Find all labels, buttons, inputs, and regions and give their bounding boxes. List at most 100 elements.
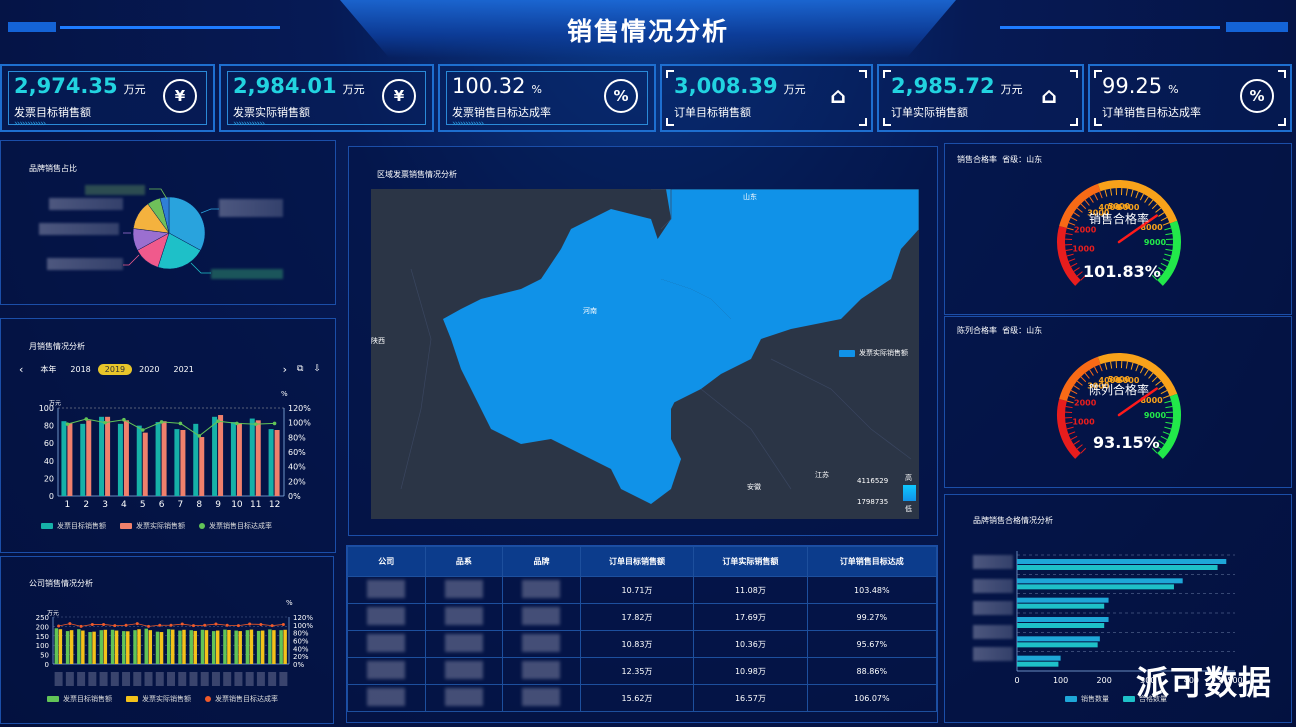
bar-target bbox=[133, 630, 137, 664]
x-tick-label: 7 bbox=[178, 500, 184, 510]
table-row[interactable]: 12.35万 10.98万 88.86% bbox=[347, 657, 938, 685]
company-legend: 发票目标销售额 发票实际销售额 发票销售目标达成率 bbox=[47, 694, 278, 704]
y2-tick-label: 20% bbox=[288, 477, 306, 486]
rate-point bbox=[122, 417, 126, 422]
gauge-tick bbox=[1165, 406, 1173, 409]
table-cell: 16.57万 bbox=[693, 684, 808, 712]
bar-target bbox=[245, 630, 250, 664]
gauge-tick-label: 2000 bbox=[1074, 226, 1097, 235]
bar-target bbox=[178, 630, 182, 664]
gauge-tick bbox=[1068, 431, 1076, 435]
x-label-blurred bbox=[54, 672, 63, 686]
table-row[interactable]: 17.82万 17.69万 99.27% bbox=[347, 603, 938, 631]
map-legend[interactable]: 发票实际销售额 bbox=[839, 348, 908, 358]
gauge-tick bbox=[1080, 203, 1087, 210]
gauge-tick bbox=[1066, 227, 1074, 231]
company-sales-panel: 公司销售情况分析 250 200 150 100 50 0 120% 100% 80% 60% 40… bbox=[0, 556, 334, 724]
bar-actual bbox=[215, 630, 220, 664]
y-unit-label: 万元 bbox=[49, 400, 61, 407]
bar-target bbox=[249, 418, 255, 496]
y-tick-label: 40 bbox=[44, 457, 54, 466]
rate-point bbox=[248, 622, 252, 626]
map-label-anhui: 安徽 bbox=[747, 482, 761, 491]
gauge-tick bbox=[1065, 406, 1073, 409]
gauge-tick bbox=[1066, 253, 1074, 257]
x-tick-label: 12 bbox=[269, 500, 280, 510]
rate-point bbox=[253, 422, 258, 426]
table-cell: 106.07% bbox=[806, 684, 938, 712]
table-cell-redacted bbox=[502, 657, 581, 685]
bar-actual bbox=[161, 421, 167, 496]
bar-target bbox=[110, 629, 115, 664]
table-cell-redacted bbox=[424, 684, 504, 712]
rate-point bbox=[57, 624, 61, 628]
y2-tick-label: 120% bbox=[293, 614, 313, 622]
table-row[interactable]: 10.71万 11.08万 103.48% bbox=[347, 576, 938, 604]
rate-point bbox=[103, 420, 107, 425]
y-tick-label: 200 bbox=[36, 623, 49, 631]
x-tick-label: 4 bbox=[121, 500, 127, 510]
gauge-tick bbox=[1160, 435, 1168, 440]
x-tick-label: 100 bbox=[1053, 676, 1068, 685]
y-tick-label: 0 bbox=[45, 661, 49, 669]
bar-sales bbox=[1017, 559, 1227, 564]
bar-actual bbox=[283, 629, 287, 664]
visual-map-bar[interactable] bbox=[903, 485, 916, 501]
bar-target bbox=[189, 630, 193, 664]
table-header: 订单目标销售额 bbox=[579, 546, 695, 577]
header-line-right bbox=[1000, 26, 1220, 29]
x-label-blurred bbox=[234, 672, 243, 686]
display-qualified-panel: 陈列合格率 省级：山东 1000 2000 3000 4000 5000 6000 8000… bbox=[944, 316, 1292, 488]
table-cell-redacted bbox=[347, 684, 426, 712]
x-tick-label: 2 bbox=[83, 500, 89, 510]
bar-actual bbox=[159, 632, 164, 664]
table-cell: 95.67% bbox=[806, 630, 938, 658]
header-bar-left bbox=[8, 22, 56, 32]
y2-tick-label: 120% bbox=[288, 404, 311, 413]
rate-point bbox=[191, 624, 195, 628]
bar-actual bbox=[86, 420, 92, 496]
gauge-tick bbox=[1165, 421, 1173, 424]
bar-target bbox=[174, 429, 180, 496]
gauge-tick-label: 2000 bbox=[1074, 399, 1097, 408]
monthly-chart: 100806040200120%100%80%60%40%20%0%万元%1 2 3… bbox=[39, 390, 312, 510]
bar-actual bbox=[272, 630, 276, 664]
x-tick-label: 8 bbox=[196, 500, 202, 510]
y2-tick-label: 80% bbox=[293, 630, 309, 638]
y2-tick-label: 20% bbox=[293, 653, 309, 661]
table-cell-redacted bbox=[347, 657, 426, 685]
kpi-card-order-rate: 99.25% 订单销售目标达成率 % bbox=[1088, 64, 1292, 132]
gauge-tick bbox=[1104, 189, 1108, 197]
bar-actual bbox=[218, 415, 224, 496]
monthly-legend: 发票目标销售额 发票实际销售额 发票销售目标达成率 bbox=[41, 521, 272, 531]
rate-point bbox=[68, 622, 72, 626]
visual-map-low: 低 bbox=[905, 505, 912, 513]
header-bar-right bbox=[1226, 22, 1288, 32]
rate-point bbox=[140, 428, 145, 432]
bar-sales bbox=[1017, 655, 1061, 661]
bar-actual bbox=[182, 629, 186, 664]
gauge-tick bbox=[1110, 361, 1113, 369]
gauge-tick bbox=[1065, 233, 1073, 236]
table-row[interactable]: 10.83万 10.36万 95.67% bbox=[347, 630, 938, 658]
gauge2-name: 陈列合格率 bbox=[1088, 383, 1149, 397]
y2-tick-label: 100% bbox=[288, 419, 311, 428]
bar-target bbox=[155, 631, 160, 664]
table-row[interactable]: 15.62万 16.57万 106.07% bbox=[347, 684, 938, 712]
brand-pie-chart bbox=[123, 188, 219, 274]
gauge-tick bbox=[1148, 199, 1154, 206]
bar-qualified bbox=[1017, 661, 1059, 667]
gauge-tick bbox=[1080, 447, 1087, 454]
y2-tick-label: 100% bbox=[293, 622, 313, 630]
rate-point bbox=[158, 623, 162, 627]
rate-point bbox=[216, 419, 220, 423]
map-label-jiangsu: 江苏 bbox=[815, 470, 829, 479]
gauge-tick bbox=[1089, 369, 1094, 376]
map-title: 区域发票销售情况分析 bbox=[377, 170, 457, 179]
bar-actual bbox=[193, 630, 197, 664]
gauge-tick bbox=[1165, 233, 1173, 236]
x-tick-label: 200 bbox=[1097, 676, 1112, 685]
gauge-tick bbox=[1160, 262, 1168, 267]
table-header: 订单实际销售额 bbox=[693, 546, 808, 577]
table-header: 品牌 bbox=[502, 546, 581, 577]
